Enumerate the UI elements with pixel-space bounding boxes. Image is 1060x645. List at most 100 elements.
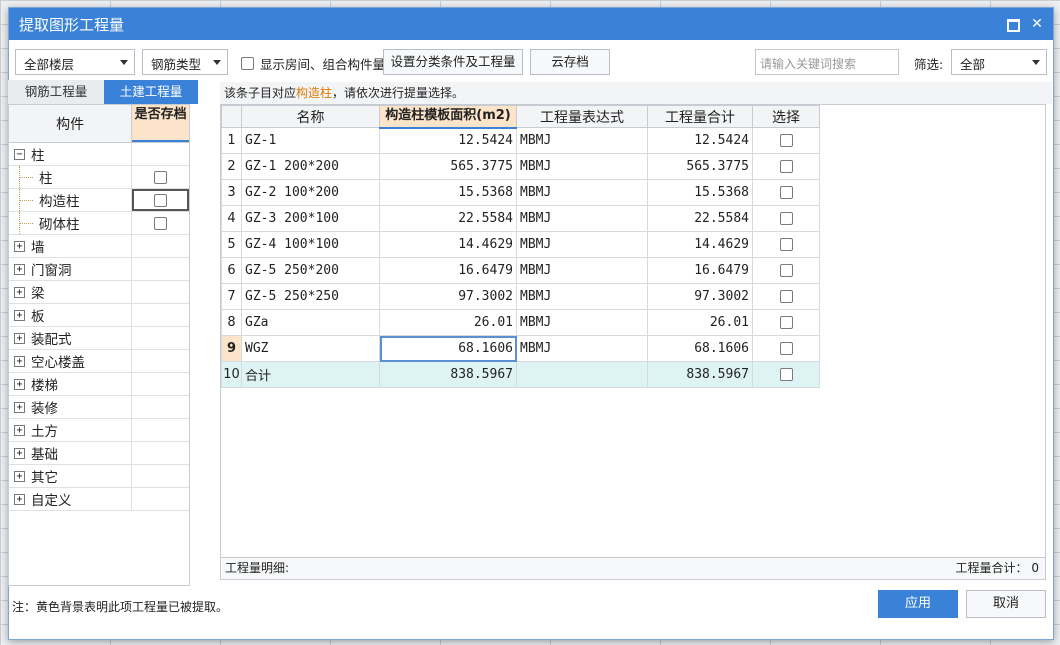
cell-area[interactable]: 14.4629 — [379, 231, 517, 258]
tree-item-archived-cell[interactable] — [132, 235, 189, 257]
expand-icon[interactable]: + — [14, 286, 25, 298]
tree-item-archived-cell[interactable] — [132, 419, 189, 441]
row-number[interactable]: 5 — [221, 231, 242, 258]
expand-icon[interactable]: + — [14, 263, 25, 275]
tree-item[interactable]: + 空心楼盖 — [9, 350, 189, 373]
cell-select[interactable] — [752, 283, 820, 310]
table-row[interactable]: 7 GZ-5 250*250 97.3002 MBMJ 97.3002 — [221, 283, 820, 310]
cell-total[interactable]: 97.3002 — [647, 283, 753, 310]
tree-item-cell[interactable]: + 空心楼盖 — [9, 350, 133, 372]
tree-item[interactable]: 构造柱 — [9, 189, 189, 212]
cell-select[interactable] — [752, 257, 820, 284]
expand-icon[interactable]: + — [14, 240, 25, 252]
cell-select[interactable] — [752, 231, 820, 258]
search-input[interactable]: 请输入关键词搜索 — [755, 49, 899, 75]
cell-select[interactable] — [752, 179, 820, 206]
expand-icon[interactable]: + — [14, 355, 25, 367]
tree-item[interactable]: + 自定义 — [9, 488, 189, 511]
cell-expression[interactable]: MBMJ — [516, 205, 648, 232]
cell-expression[interactable]: MBMJ — [516, 127, 648, 154]
cell-select[interactable] — [752, 153, 820, 180]
select-checkbox[interactable] — [779, 212, 793, 225]
table-row[interactable]: 1 GZ-1 12.5424 MBMJ 12.5424 — [221, 127, 820, 154]
cell-total[interactable]: 22.5584 — [647, 205, 753, 232]
tab-rebar-quantity[interactable]: 钢筋工程量 — [8, 80, 104, 104]
cell-total[interactable]: 68.1606 — [647, 335, 753, 362]
cell-name[interactable]: GZ-1 — [241, 127, 380, 154]
select-checkbox[interactable] — [779, 290, 793, 303]
tree-item-cell[interactable]: + 板 — [9, 304, 133, 326]
tree-item-archived-cell[interactable] — [132, 304, 189, 326]
tree-item-cell[interactable]: + 土方 — [9, 419, 133, 441]
row-number[interactable]: 1 — [221, 127, 242, 154]
tree-item[interactable]: 柱 — [9, 166, 189, 189]
row-number[interactable]: 4 — [221, 205, 242, 232]
tree-item-archived-cell[interactable] — [132, 396, 189, 418]
cell-expression[interactable]: MBMJ — [516, 283, 648, 310]
cell-area[interactable]: 15.5368 — [379, 179, 517, 206]
tree-item[interactable]: + 其它 — [9, 465, 189, 488]
cell-select[interactable] — [752, 205, 820, 232]
filter-select[interactable]: 全部 — [951, 49, 1047, 75]
cell-name[interactable]: GZ-4 100*100 — [241, 231, 380, 258]
row-number[interactable]: 9 — [221, 335, 242, 362]
cell-area[interactable]: 68.1606 — [379, 335, 517, 362]
cell-select[interactable] — [752, 127, 820, 154]
tree-item-cell[interactable]: + 墙 — [9, 235, 133, 257]
tree-item-archived-cell[interactable] — [132, 465, 189, 487]
cell-expression[interactable] — [516, 361, 648, 388]
collapse-icon[interactable]: − — [14, 148, 25, 160]
cell-area[interactable]: 16.6479 — [379, 257, 517, 284]
cell-total[interactable]: 12.5424 — [647, 127, 753, 154]
floor-select[interactable]: 全部楼层 — [15, 49, 135, 75]
archived-checkbox[interactable] — [154, 170, 168, 184]
row-number[interactable]: 7 — [221, 283, 242, 310]
tree-item-cell[interactable]: + 装修 — [9, 396, 133, 418]
cell-total[interactable]: 26.01 — [647, 309, 753, 336]
cell-expression[interactable]: MBMJ — [516, 257, 648, 284]
cancel-button[interactable]: 取消 — [966, 590, 1046, 618]
cell-name[interactable]: GZ-5 250*200 — [241, 257, 380, 284]
maximize-icon[interactable] — [1005, 16, 1021, 32]
cell-total[interactable]: 565.3775 — [647, 153, 753, 180]
tree-item-cell[interactable]: 砌体柱 — [9, 212, 133, 234]
select-checkbox[interactable] — [779, 134, 793, 147]
row-number[interactable]: 3 — [221, 179, 242, 206]
cell-area[interactable]: 838.5967 — [379, 361, 517, 388]
expand-icon[interactable]: + — [14, 401, 25, 413]
cell-total[interactable]: 14.4629 — [647, 231, 753, 258]
table-row[interactable]: 5 GZ-4 100*100 14.4629 MBMJ 14.4629 — [221, 231, 820, 258]
tree-item-archived-cell[interactable] — [132, 189, 189, 211]
tree-item-archived-cell[interactable] — [132, 281, 189, 303]
cell-area[interactable]: 97.3002 — [379, 283, 517, 310]
table-row[interactable]: 9 WGZ 68.1606 MBMJ 68.1606 — [221, 335, 820, 362]
tree-item-archived-cell[interactable] — [132, 143, 189, 165]
tree-item[interactable]: 砌体柱 — [9, 212, 189, 235]
tree-item-cell[interactable]: + 基础 — [9, 442, 133, 464]
cell-total[interactable]: 838.5967 — [647, 361, 753, 388]
tree-item-archived-cell[interactable] — [132, 166, 189, 188]
cell-expression[interactable]: MBMJ — [516, 231, 648, 258]
expand-icon[interactable]: + — [14, 424, 25, 436]
select-checkbox[interactable] — [779, 264, 793, 277]
select-checkbox[interactable] — [779, 238, 793, 251]
tab-civil-quantity[interactable]: 土建工程量 — [104, 80, 198, 104]
row-number[interactable]: 10 — [221, 361, 242, 388]
expand-icon[interactable]: + — [14, 493, 25, 505]
tree-item[interactable]: + 门窗洞 — [9, 258, 189, 281]
tree-item-cell[interactable]: + 装配式 — [9, 327, 133, 349]
rebar-type-select[interactable]: 钢筋类型 — [142, 49, 228, 75]
tree-item[interactable]: + 墙 — [9, 235, 189, 258]
expand-icon[interactable]: + — [14, 470, 25, 482]
tree-item-cell[interactable]: + 楼梯 — [9, 373, 133, 395]
tree-item[interactable]: + 装配式 — [9, 327, 189, 350]
cell-expression[interactable]: MBMJ — [516, 153, 648, 180]
tree-item-archived-cell[interactable] — [132, 373, 189, 395]
tree-item-archived-cell[interactable] — [132, 258, 189, 280]
cell-expression[interactable]: MBMJ — [516, 335, 648, 362]
table-row[interactable]: 8 GZa 26.01 MBMJ 26.01 — [221, 309, 820, 336]
cell-name[interactable]: GZ-2 100*200 — [241, 179, 380, 206]
select-checkbox[interactable] — [779, 316, 793, 329]
cell-select[interactable] — [752, 335, 820, 362]
tree-item[interactable]: + 梁 — [9, 281, 189, 304]
